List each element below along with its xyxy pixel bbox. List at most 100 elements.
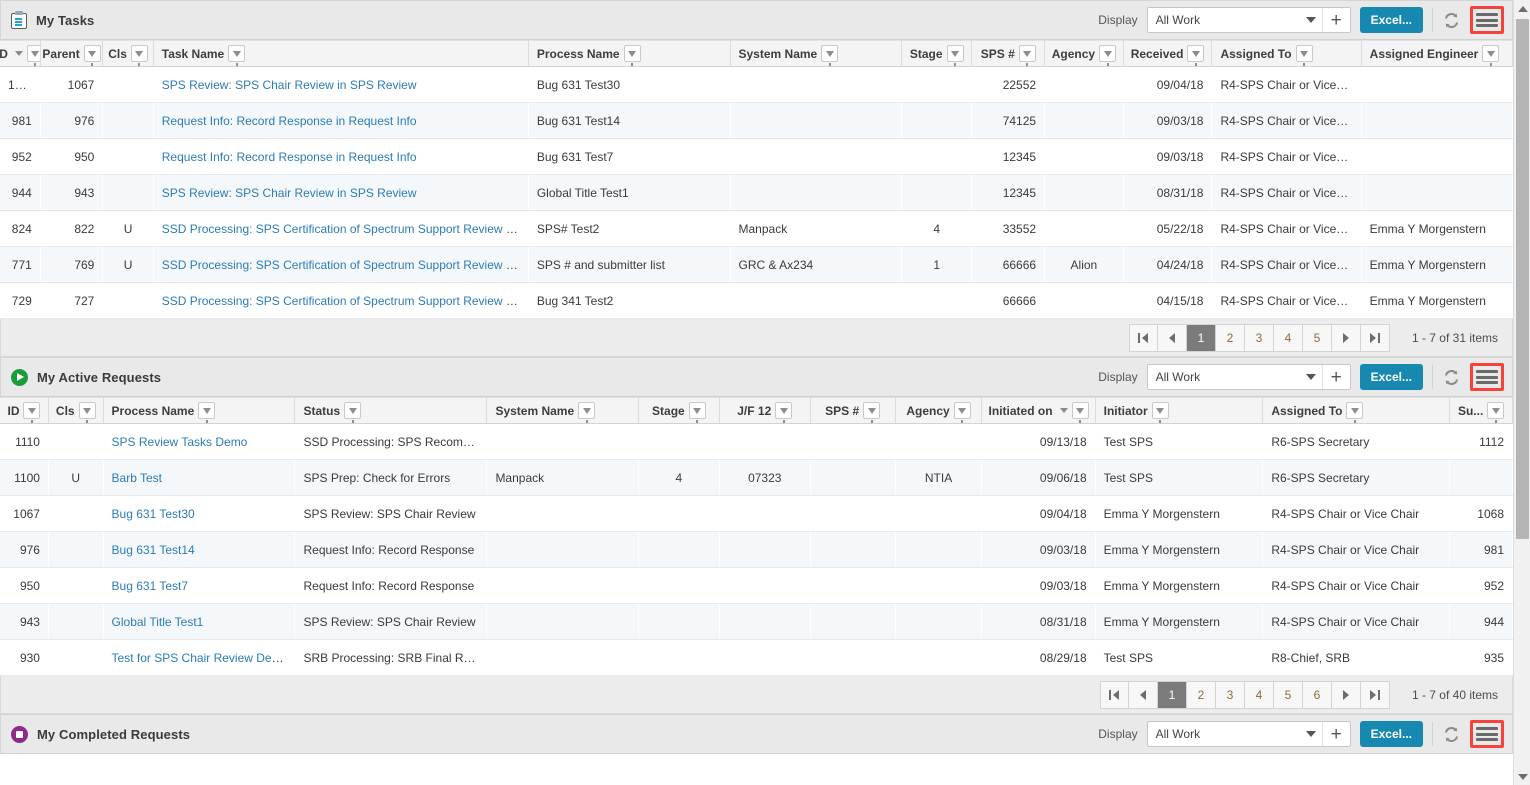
table-row[interactable]: 1067 Bug 631 Test30 SPS Review: SPS Chair … [0, 495, 1513, 532]
column-header-sps[interactable]: SPS # [810, 397, 896, 424]
pager-page-4[interactable]: 4 [1244, 680, 1274, 709]
table-row[interactable]: 930 Test for SPS Chair Review Dem… SRB Pro… [0, 639, 1513, 676]
table-row[interactable]: 824 822 U SSD Processing: SPS Certification… [0, 210, 1513, 247]
column-header-assigned-engineer[interactable]: Assigned Engineer [1361, 40, 1514, 67]
cell-task-name[interactable]: SSD Processing: SPS Certification of Spe… [153, 246, 529, 283]
pager-page-3[interactable]: 3 [1244, 323, 1274, 352]
column-filter-button[interactable] [198, 402, 216, 423]
task-name-link[interactable]: SSD Processing: SPS Certification of Spe… [162, 258, 528, 272]
column-filter-button[interactable] [863, 402, 881, 423]
task-name-link[interactable]: SPS Review: SPS Chair Review in SPS Revi… [162, 186, 417, 200]
column-header-su[interactable]: Su... [1449, 397, 1513, 424]
pager-page-4[interactable]: 4 [1273, 323, 1303, 352]
hamburger-menu-icon[interactable] [1476, 11, 1498, 29]
cell-task-name[interactable]: Request Info: Record Response in Request… [153, 102, 529, 139]
pager-first-button[interactable] [1128, 323, 1158, 352]
page-scrollbar-thumb[interactable] [1516, 19, 1529, 539]
cell-task-name[interactable]: SPS Review: SPS Chair Review in SPS Revi… [153, 174, 529, 211]
pager-page-6[interactable]: 6 [1302, 680, 1332, 709]
task-name-link[interactable]: Request Info: Record Response in Request… [162, 150, 417, 164]
column-filter-button[interactable] [83, 45, 101, 66]
cell-process-name[interactable]: Barb Test [103, 459, 295, 496]
column-filter-button[interactable] [1346, 402, 1364, 423]
process-name-link[interactable]: Bug 631 Test7 [112, 579, 189, 593]
chevron-down-icon[interactable] [1300, 365, 1322, 389]
column-filter-button[interactable] [821, 45, 839, 66]
task-name-link[interactable]: SSD Processing: SPS Certification of Spe… [162, 294, 528, 308]
scroll-up-arrow[interactable] [1514, 0, 1530, 17]
column-header-stage[interactable]: Stage [638, 397, 720, 424]
process-name-link[interactable]: Barb Test [112, 471, 162, 485]
table-row[interactable]: 950 Bug 631 Test7 Request Info: Record Res… [0, 567, 1513, 604]
pager-page-2[interactable]: 2 [1186, 680, 1216, 709]
column-header-agency[interactable]: Agency [895, 397, 983, 424]
pager-page-1[interactable]: 1 [1157, 680, 1187, 709]
column-filter-button[interactable] [130, 45, 148, 66]
column-header-id[interactable]: ID [0, 40, 41, 67]
column-header-cls[interactable]: Cls [102, 40, 154, 67]
pager-page-3[interactable]: 3 [1215, 680, 1245, 709]
table-row[interactable]: 1100 U Barb Test SPS Prep: Check for Errors… [0, 459, 1513, 496]
pager-next-button[interactable] [1331, 323, 1361, 352]
pager-page-5[interactable]: 5 [1302, 323, 1332, 352]
table-row[interactable]: 1068 1067 SPS Review: SPS Chair Review in … [0, 66, 1513, 103]
cell-task-name[interactable]: SSD Processing: SPS Certification of Spe… [153, 282, 529, 319]
cell-task-name[interactable]: SPS Review: SPS Chair Review in SPS Revi… [153, 66, 529, 103]
column-header-task-name[interactable]: Task Name [153, 40, 529, 67]
refresh-icon[interactable] [1442, 11, 1461, 30]
column-filter-button[interactable] [1071, 402, 1089, 423]
cell-process-name[interactable]: Bug 631 Test30 [103, 495, 295, 532]
column-filter-button[interactable] [1151, 402, 1169, 423]
process-name-link[interactable]: Test for SPS Chair Review Dem… [112, 651, 294, 665]
process-name-link[interactable]: Bug 631 Test30 [112, 507, 195, 521]
column-header-process-name[interactable]: Process Name [528, 40, 731, 67]
process-name-link[interactable]: Global Title Test1 [112, 615, 204, 629]
column-filter-button[interactable] [1018, 45, 1036, 66]
column-header-process-name[interactable]: Process Name [103, 397, 296, 424]
column-header-initiator[interactable]: Initiator [1095, 397, 1264, 424]
table-row[interactable]: 981 976 Request Info: Record Response in R… [0, 102, 1513, 139]
column-filter-button[interactable] [1482, 45, 1500, 66]
pager-last-button[interactable] [1360, 323, 1390, 352]
table-row[interactable]: 944 943 SPS Review: SPS Chair Review in SP… [0, 174, 1513, 211]
process-name-link[interactable]: Bug 631 Test14 [112, 543, 195, 557]
add-view-button[interactable]: + [1321, 365, 1350, 389]
refresh-icon[interactable] [1442, 368, 1461, 387]
refresh-icon[interactable] [1442, 725, 1461, 744]
display-select-my-active-requests[interactable]: All Work + [1146, 364, 1351, 390]
pager-prev-button[interactable] [1157, 323, 1187, 352]
column-header-initiated-on[interactable]: Initiated on [981, 397, 1096, 424]
task-name-link[interactable]: SPS Review: SPS Chair Review in SPS Revi… [162, 78, 417, 92]
column-filter-button[interactable] [78, 402, 96, 423]
chevron-down-icon[interactable] [1300, 722, 1322, 746]
column-filter-button[interactable] [23, 402, 41, 423]
cell-process-name[interactable]: Bug 631 Test7 [103, 567, 295, 604]
pager-first-button[interactable] [1099, 680, 1129, 709]
excel-export-button[interactable]: Excel... [1359, 721, 1423, 747]
column-filter-button[interactable] [688, 402, 706, 423]
cell-process-name[interactable]: Global Title Test1 [103, 603, 295, 640]
column-header-sps[interactable]: SPS # [971, 40, 1046, 67]
table-row[interactable]: 729 727 SSD Processing: SPS Certification … [0, 282, 1513, 319]
column-filter-button[interactable] [1099, 45, 1117, 66]
column-header-j-f-12[interactable]: J/F 12 [719, 397, 811, 424]
add-view-button[interactable]: + [1321, 8, 1350, 32]
task-name-link[interactable]: SSD Processing: SPS Certification of Spe… [162, 222, 528, 236]
column-filter-button[interactable] [775, 402, 793, 423]
chevron-down-icon[interactable] [1300, 8, 1322, 32]
column-header-stage[interactable]: Stage [901, 40, 973, 67]
column-header-system-name[interactable]: System Name [486, 397, 639, 424]
column-filter-button[interactable] [578, 402, 596, 423]
process-name-link[interactable]: SPS Review Tasks Demo [112, 435, 248, 449]
excel-export-button[interactable]: Excel... [1359, 7, 1423, 33]
column-header-assigned-to[interactable]: Assigned To [1262, 397, 1451, 424]
cell-task-name[interactable]: SSD Processing: SPS Certification of Spe… [153, 210, 529, 247]
table-row[interactable]: 952 950 Request Info: Record Response in R… [0, 138, 1513, 175]
table-row[interactable]: 943 Global Title Test1 SPS Review: SPS Cha… [0, 603, 1513, 640]
column-header-parent[interactable]: Parent [40, 40, 104, 67]
pager-page-5[interactable]: 5 [1273, 680, 1303, 709]
column-header-agency[interactable]: Agency [1044, 40, 1124, 67]
task-name-link[interactable]: Request Info: Record Response in Request… [162, 114, 417, 128]
cell-process-name[interactable]: Bug 631 Test14 [103, 531, 295, 568]
hamburger-menu-icon[interactable] [1476, 725, 1498, 743]
